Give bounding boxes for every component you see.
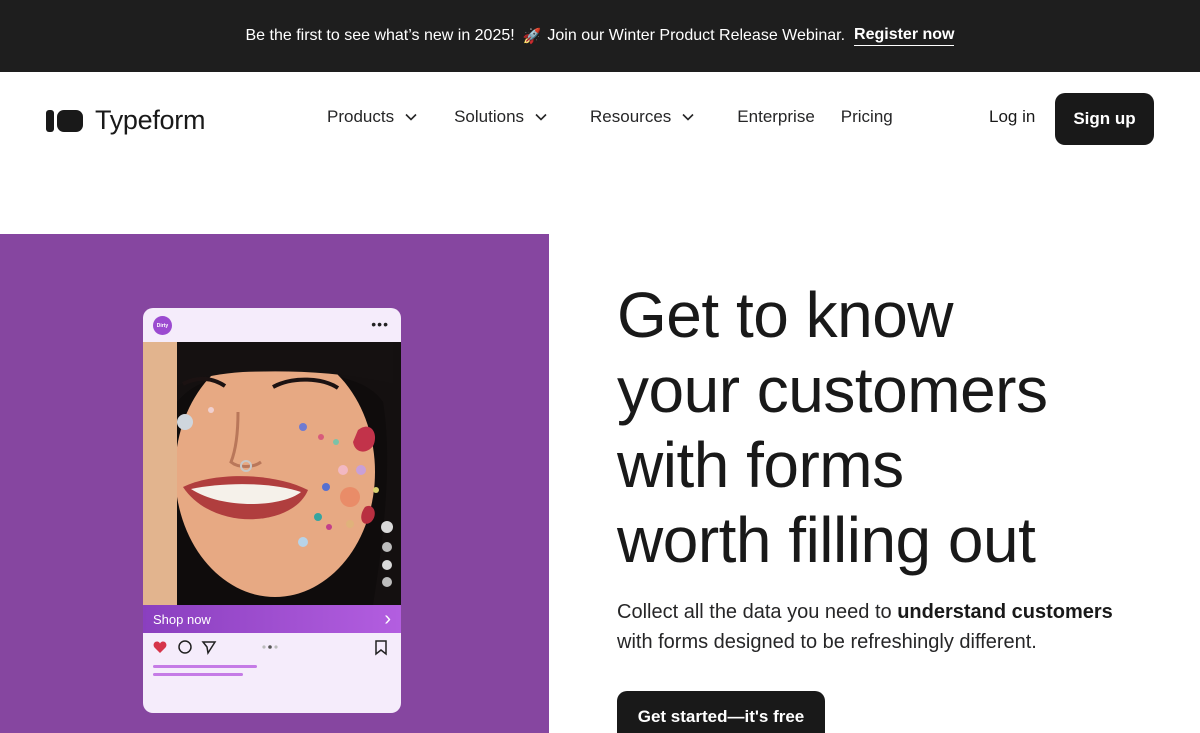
- chevron-down-icon: [405, 113, 417, 121]
- send-icon: [201, 641, 217, 656]
- nav-item-label: Solutions: [454, 107, 525, 126]
- chevron-right-icon: ›: [384, 607, 391, 630]
- hero-headline: Get to know your customers with forms wo…: [617, 278, 1177, 578]
- main-menu: Products Solutions Resources Enterprise …: [327, 107, 893, 127]
- caption-line: [153, 665, 257, 668]
- nav-item-label: Resources: [590, 107, 672, 126]
- announcement-bar: Be the first to see what’s new in 2025! …: [0, 0, 1200, 72]
- subtext-pre: Collect all the data you need to: [617, 601, 898, 623]
- nav-item-pricing[interactable]: Pricing: [841, 107, 893, 127]
- signup-button[interactable]: Sign up: [1055, 93, 1154, 145]
- typeform-logo-icon: [46, 109, 83, 132]
- heart-icon: [153, 641, 167, 653]
- rocket-icon: 🚀: [522, 28, 542, 45]
- nav-item-solutions[interactable]: Solutions: [454, 107, 548, 127]
- headline-line: your customers: [617, 354, 1048, 426]
- subtext-post: with forms designed to be refreshingly d…: [617, 631, 1037, 653]
- typeform-logo[interactable]: Typeform: [46, 105, 205, 136]
- headline-line: with forms: [617, 429, 904, 501]
- chevron-down-icon: [535, 113, 547, 121]
- brand-avatar: Dirty: [153, 316, 172, 335]
- product-photo: [143, 342, 401, 605]
- carousel-dot: [262, 645, 266, 649]
- carousel-dot-active: [268, 645, 272, 649]
- chevron-down-icon: [682, 113, 694, 121]
- shop-now-bar[interactable]: Shop now ›: [143, 605, 401, 633]
- comment-icon: [178, 640, 192, 654]
- nav-item-label: Products: [327, 107, 395, 126]
- shop-now-label: Shop now: [153, 611, 211, 627]
- announcement-text: Be the first to see what’s new in 2025!: [245, 27, 515, 44]
- phone-mockup: Dirty ••• Shop now ›: [143, 308, 401, 713]
- top-navbar: Typeform Products Solutions Resources En…: [0, 72, 1200, 164]
- nav-item-products[interactable]: Products: [327, 107, 418, 127]
- phone-post-header: Dirty •••: [143, 308, 401, 342]
- register-now-link[interactable]: Register now: [854, 26, 955, 46]
- smiling-face-illustration: [143, 342, 401, 605]
- bookmark-icon: [375, 640, 387, 656]
- get-started-button[interactable]: Get started—it's free: [617, 691, 825, 733]
- post-actions-icons: [153, 640, 387, 656]
- announcement-text-2: Join our Winter Product Release Webinar.: [547, 27, 846, 44]
- nav-item-enterprise[interactable]: Enterprise: [737, 107, 814, 127]
- carousel-dot: [274, 645, 278, 649]
- hero-subtext: Collect all the data you need to underst…: [617, 597, 1177, 657]
- headline-line: worth filling out: [617, 504, 1036, 576]
- caption-line: [153, 673, 243, 676]
- post-actions: [153, 638, 391, 658]
- more-options-icon: •••: [371, 316, 389, 332]
- nav-item-label: Enterprise: [737, 107, 815, 126]
- nav-item-label: Pricing: [840, 107, 893, 126]
- subtext-bold: understand customers: [897, 601, 1113, 623]
- headline-line: Get to know: [617, 279, 954, 351]
- login-link[interactable]: Log in: [989, 107, 1035, 127]
- nav-item-resources[interactable]: Resources: [590, 107, 695, 127]
- logo-text: Typeform: [95, 105, 206, 135]
